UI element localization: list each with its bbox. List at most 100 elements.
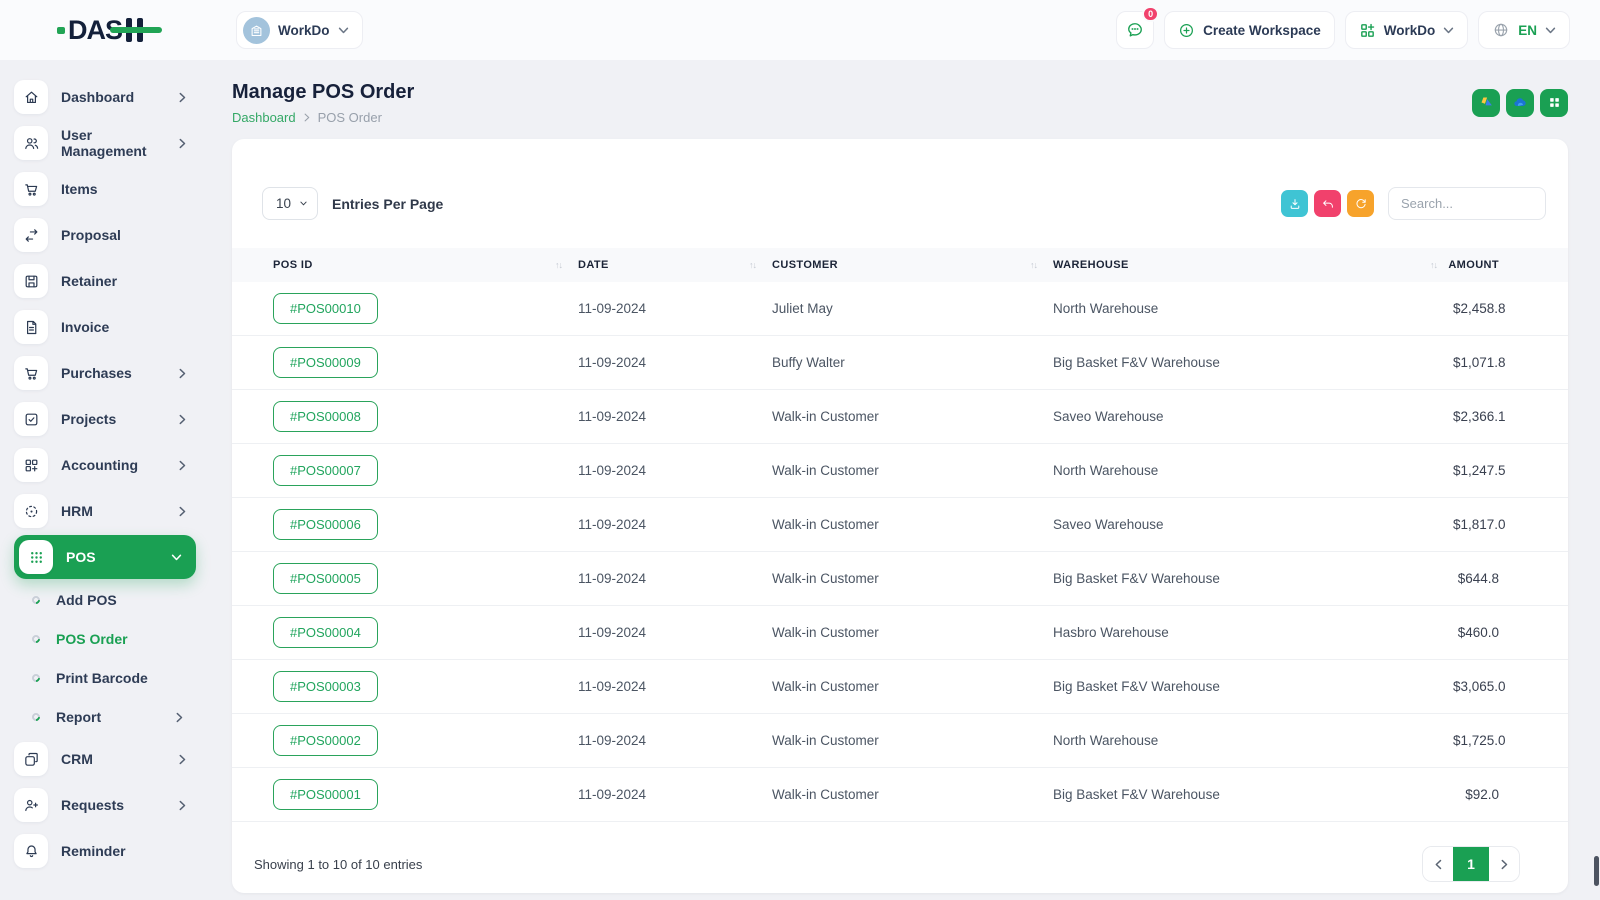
sidebar-subitem-print-barcode[interactable]: Print Barcode bbox=[30, 664, 212, 692]
cart-icon bbox=[14, 356, 48, 390]
sidebar-item-pos[interactable]: POS bbox=[14, 535, 196, 579]
table-row: #POS00006 11-09-2024 Walk-in Customer Sa… bbox=[232, 498, 1568, 552]
pos-id-button[interactable]: #POS00001 bbox=[273, 779, 378, 810]
order-warehouse: Big Basket F&V Warehouse bbox=[1053, 355, 1220, 370]
save-icon bbox=[14, 264, 48, 298]
pos-id-button[interactable]: #POS00002 bbox=[273, 725, 378, 756]
order-customer: Walk-in Customer bbox=[772, 787, 879, 802]
chevron-down-icon bbox=[338, 27, 348, 33]
column-header-amount[interactable]: AMOUNT bbox=[1448, 259, 1568, 271]
sidebar-item-invoice[interactable]: Invoice bbox=[14, 310, 212, 344]
sidebar: Dashboard User Management Items Proposal… bbox=[0, 60, 212, 900]
sidebar-item-purchases[interactable]: Purchases bbox=[14, 356, 212, 390]
bullet-icon bbox=[30, 633, 42, 645]
order-customer: Walk-in Customer bbox=[772, 571, 879, 586]
pos-id-button[interactable]: #POS00004 bbox=[273, 617, 378, 648]
column-header-warehouse[interactable]: WAREHOUSE ↑↓ bbox=[1053, 259, 1453, 271]
order-customer: Walk-in Customer bbox=[772, 517, 879, 532]
refresh-button[interactable] bbox=[1347, 190, 1374, 217]
sort-icon: ↑↓ bbox=[1030, 260, 1038, 270]
sidebar-item-projects[interactable]: Projects bbox=[14, 402, 212, 436]
bullet-icon bbox=[30, 594, 42, 606]
search-input[interactable] bbox=[1388, 187, 1546, 220]
sidebar-item-items[interactable]: Items bbox=[14, 172, 212, 206]
dash-logo[interactable]: DAS bbox=[0, 15, 212, 46]
table-row: #POS00005 11-09-2024 Walk-in Customer Bi… bbox=[232, 552, 1568, 606]
showing-entries-text: Showing 1 to 10 of 10 entries bbox=[254, 856, 423, 872]
page-title: Manage POS Order bbox=[232, 81, 415, 103]
sidebar-item-reminder[interactable]: Reminder bbox=[14, 834, 212, 868]
sidebar-subitem-report[interactable]: Report bbox=[30, 703, 212, 731]
invoice-document-icon bbox=[14, 310, 48, 344]
onedrive-cloud-icon bbox=[1514, 97, 1526, 106]
download-icon bbox=[1290, 198, 1299, 209]
pos-id-button[interactable]: #POS00005 bbox=[273, 563, 378, 594]
messages-button[interactable]: 0 bbox=[1116, 6, 1160, 49]
pos-id-button[interactable]: #POS00010 bbox=[273, 293, 378, 324]
create-workspace-button[interactable]: Create Workspace bbox=[1164, 11, 1335, 49]
sidebar-item-user-management[interactable]: User Management bbox=[14, 126, 212, 160]
sidebar-item-proposal[interactable]: Proposal bbox=[14, 218, 212, 252]
chevron-right-icon bbox=[179, 414, 186, 425]
undo-button[interactable] bbox=[1314, 190, 1341, 217]
create-workspace-label: Create Workspace bbox=[1203, 22, 1321, 38]
pos-id-button[interactable]: #POS00009 bbox=[273, 347, 378, 378]
users-icon bbox=[14, 126, 48, 160]
order-date: 11-09-2024 bbox=[578, 787, 647, 802]
google-drive-button[interactable] bbox=[1472, 88, 1500, 117]
onedrive-button[interactable] bbox=[1506, 88, 1534, 117]
order-warehouse: North Warehouse bbox=[1053, 301, 1159, 316]
table-body: #POS00010 11-09-2024 Juliet May North Wa… bbox=[232, 282, 1568, 822]
pos-id-button[interactable]: #POS00003 bbox=[273, 671, 378, 702]
grid-dots-icon bbox=[19, 540, 53, 574]
order-date: 11-09-2024 bbox=[578, 463, 647, 478]
grid-icon bbox=[1549, 98, 1559, 107]
sidebar-subitem-add-pos[interactable]: Add POS bbox=[30, 586, 212, 614]
pos-id-button[interactable]: #POS00006 bbox=[273, 509, 378, 540]
sort-icon: ↑↓ bbox=[555, 260, 563, 270]
entries-per-page-select[interactable]: 10 bbox=[262, 187, 318, 220]
plus-circle-icon bbox=[1180, 23, 1194, 37]
chevron-right-icon bbox=[179, 506, 186, 517]
workspace-dropdown[interactable]: WorkDo bbox=[1344, 11, 1469, 49]
column-header-pos-id[interactable]: POS ID ↑↓ bbox=[232, 259, 578, 271]
sidebar-item-accounting[interactable]: Accounting bbox=[14, 448, 212, 482]
chevron-down-icon bbox=[300, 201, 307, 206]
cart-icon bbox=[14, 172, 48, 206]
workspace-avatar bbox=[243, 16, 270, 44]
sidebar-item-hrm[interactable]: HRM bbox=[14, 494, 212, 528]
pagination-prev-button[interactable] bbox=[1423, 847, 1453, 881]
grid-view-button[interactable] bbox=[1540, 88, 1568, 117]
sidebar-item-dashboard[interactable]: Dashboard bbox=[14, 80, 212, 114]
vertical-scrollbar-thumb[interactable] bbox=[1594, 856, 1599, 886]
order-date: 11-09-2024 bbox=[578, 409, 647, 424]
column-header-customer[interactable]: CUSTOMER ↑↓ bbox=[772, 259, 1053, 271]
order-amount: $1,071.8 bbox=[1453, 355, 1506, 370]
order-customer: Walk-in Customer bbox=[772, 463, 879, 478]
breadcrumb-dashboard-link[interactable]: Dashboard bbox=[232, 110, 296, 125]
order-amount: $1,725.0 bbox=[1453, 733, 1506, 748]
workspace-selector[interactable]: WorkDo bbox=[236, 11, 363, 49]
order-date: 11-09-2024 bbox=[578, 571, 647, 586]
order-warehouse: Hasbro Warehouse bbox=[1053, 625, 1169, 640]
order-date: 11-09-2024 bbox=[578, 733, 647, 748]
chevron-right-icon bbox=[179, 460, 186, 471]
hrm-orbit-icon bbox=[14, 494, 48, 528]
pos-id-button[interactable]: #POS00008 bbox=[273, 401, 378, 432]
sidebar-item-crm[interactable]: CRM bbox=[14, 742, 212, 776]
sidebar-item-retainer[interactable]: Retainer bbox=[14, 264, 212, 298]
language-selector[interactable]: EN bbox=[1478, 11, 1570, 49]
pagination-page-1-button[interactable]: 1 bbox=[1453, 847, 1489, 881]
order-customer: Buffy Walter bbox=[772, 355, 845, 370]
bell-icon bbox=[14, 834, 48, 868]
export-button[interactable] bbox=[1281, 190, 1308, 217]
sidebar-item-requests[interactable]: Requests bbox=[14, 788, 212, 822]
column-header-date[interactable]: DATE ↑↓ bbox=[578, 259, 772, 271]
order-warehouse: Big Basket F&V Warehouse bbox=[1053, 679, 1220, 694]
pos-id-button[interactable]: #POS00007 bbox=[273, 455, 378, 486]
sidebar-subitem-pos-order[interactable]: POS Order bbox=[30, 625, 212, 653]
pagination-next-button[interactable] bbox=[1489, 847, 1519, 881]
home-icon bbox=[14, 80, 48, 114]
topbar: DAS WorkDo 0 Create Workspace WorkDo EN bbox=[0, 0, 1600, 60]
sort-icon: ↑↓ bbox=[749, 260, 757, 270]
